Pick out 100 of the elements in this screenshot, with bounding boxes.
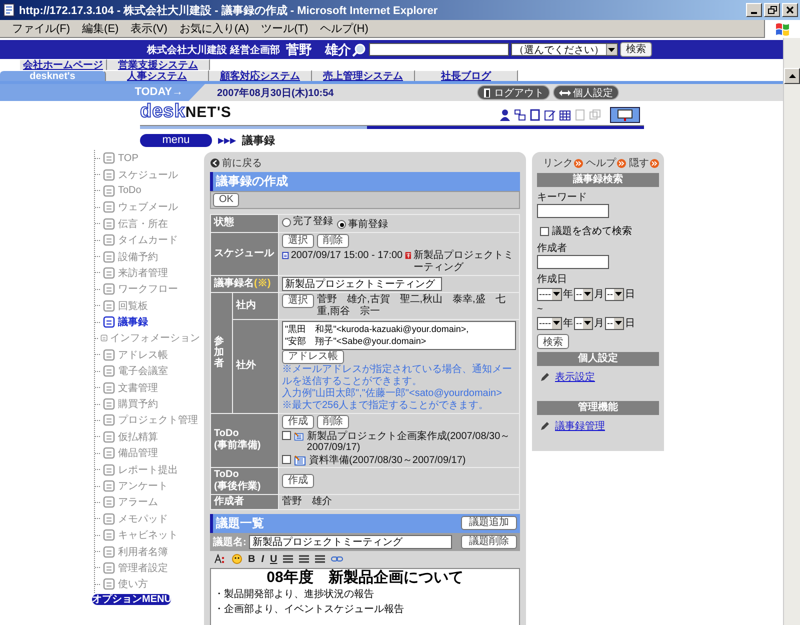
date-select[interactable]: ---- [537,288,562,300]
format-button[interactable]: B [248,554,256,564]
checkbox[interactable] [540,226,549,236]
field-label: キーワード [537,191,588,204]
address-book-button[interactable]: アドレス帳 [282,350,344,364]
menu-item[interactable]: 利用者名簿 [118,544,168,559]
date-select[interactable]: -- [605,316,624,330]
menu-item[interactable]: 仮払精算 [118,430,158,444]
menu-item[interactable]: ファイル(F) [6,21,76,36]
nav-tab[interactable]: 人事システム [106,70,209,81]
format-button[interactable]: U [270,554,278,564]
external-participants-field[interactable]: "黒田 和晃"<kuroda-kazuaki@your.domain>, "安部 翔子"<Sabe@your.domain> [282,320,516,350]
checkbox[interactable] [282,454,291,464]
help-note: ※最大で256人まで指定することができます。 [282,400,490,412]
checkbox[interactable] [282,430,291,440]
back-link[interactable]: 前に戻る [222,156,262,170]
person-icon [499,109,511,121]
ok-button[interactable]: OK [213,193,240,207]
logout-button[interactable]: ログアウト [477,85,550,100]
topic-name-field[interactable]: 新製品プロジェクトミーティング [249,534,452,548]
personal-settings-button[interactable]: 個人設定 [553,85,619,100]
app-icon [102,216,116,231]
admin-link[interactable]: 議事録管理 [555,419,605,433]
menu-item[interactable]: 電子会議室 [118,364,168,378]
field-label: 作成者 [537,242,568,255]
schedule-button[interactable]: 選択 [282,234,314,248]
browser-page-icon [2,3,16,17]
app-icon [102,151,116,166]
scroll-up-button[interactable] [784,68,800,84]
restore-button[interactable] [764,3,780,17]
section-title: 議題一覧 [216,514,264,532]
align-left-icon [283,554,294,564]
close-icon [786,6,794,14]
nav-tab[interactable]: 顧客対応システム [209,70,312,81]
radio-button[interactable] [282,218,291,226]
dropdown-arrow-icon [608,48,616,52]
panel-link[interactable]: ヘルプ [586,156,616,170]
field-label: 参加者 [214,336,224,369]
menu-item[interactable]: プロジェクト管理 [118,413,198,428]
menu-item[interactable]: アンケート [118,479,168,493]
nav-tab[interactable]: 社長ブログ [415,70,518,81]
app-icon [102,200,116,214]
nav-tab[interactable]: 売上管理システム [312,70,415,81]
date-select[interactable]: -- [574,316,593,330]
menu-item[interactable]: 設備予約 [118,250,158,264]
add-topic-button[interactable]: 議題追加 [461,516,517,530]
date-select[interactable]: ---- [537,316,562,330]
author-field[interactable] [537,255,609,269]
minutes-name-field[interactable]: 新製品プロジェクトミーティング [282,276,442,290]
menu-item[interactable]: 購買予約 [118,397,158,412]
menu-item[interactable]: インフォメーション [110,331,200,346]
radio-button[interactable] [337,220,346,229]
close-button[interactable] [782,3,798,17]
date-unit: 月 [594,288,604,301]
menu-item[interactable]: 編集(E) [76,21,125,36]
todo-button[interactable]: 削除 [317,414,349,428]
schedule-button[interactable]: 削除 [317,234,349,248]
format-button[interactable]: I [261,554,264,564]
select-button[interactable]: 選択 [282,294,314,308]
menu-item[interactable]: レポート提出 [118,462,178,477]
menu-item[interactable]: 来訪者管理 [118,266,168,280]
date-unit: 年 [563,317,573,330]
monitor-icon [617,109,633,121]
search-button[interactable]: 検索 [620,42,652,57]
menu-item[interactable]: 管理者設定 [118,560,168,575]
radio-label: 事前登録 [348,218,388,230]
date-select[interactable]: -- [574,288,593,300]
menu-item[interactable]: 回覧板 [118,298,148,313]
settings-link[interactable]: 表示設定 [555,370,595,384]
todo-button[interactable]: 作成 [282,474,314,488]
menu-item[interactable]: メモパッド [118,512,168,526]
nav-tab[interactable]: 会社ホームページ [20,59,107,70]
section-header: 議事録検索 [537,173,659,187]
menu-item[interactable]: 議事録 [118,315,148,330]
menu-item[interactable]: ヘルプ(H) [314,21,374,36]
app-icon [102,577,116,592]
minimize-button[interactable] [746,3,762,17]
search-field[interactable] [368,43,509,56]
menu-item[interactable]: ツール(T) [255,21,314,36]
delete-topic-button[interactable]: 議題削除 [461,534,517,548]
panel-link[interactable]: リンク [543,156,573,170]
todo-button[interactable]: 作成 [282,414,314,428]
panel-link[interactable]: 隠す [629,156,649,170]
rich-text-editor[interactable]: 08年度 新製品企画について ・製品開発部より、進捗状況の報告 ・企画部より、イベントスケジュール報告 [210,568,520,625]
document-icon [574,109,586,121]
date-select[interactable]: -- [605,288,624,300]
menu-item[interactable]: お気に入り(A) [173,21,256,36]
app-icon [102,364,116,378]
search-button[interactable]: 検索 [537,334,569,349]
menu-item[interactable]: アドレス帳 [118,348,168,362]
menu-item[interactable]: スケジュール [118,168,178,182]
category-select[interactable]: （選んでください） [510,43,618,56]
screen-toggle-button[interactable] [610,107,640,123]
menu-item[interactable]: 備品管理 [118,446,158,460]
keyword-field[interactable] [537,204,609,218]
nav-tab[interactable]: 営業支援システム [107,59,210,70]
menu-item[interactable]: 表示(V) [124,21,174,36]
pencil-icon [540,421,550,431]
important-icon [404,250,412,260]
menu-item[interactable]: キャビネット [118,528,178,542]
